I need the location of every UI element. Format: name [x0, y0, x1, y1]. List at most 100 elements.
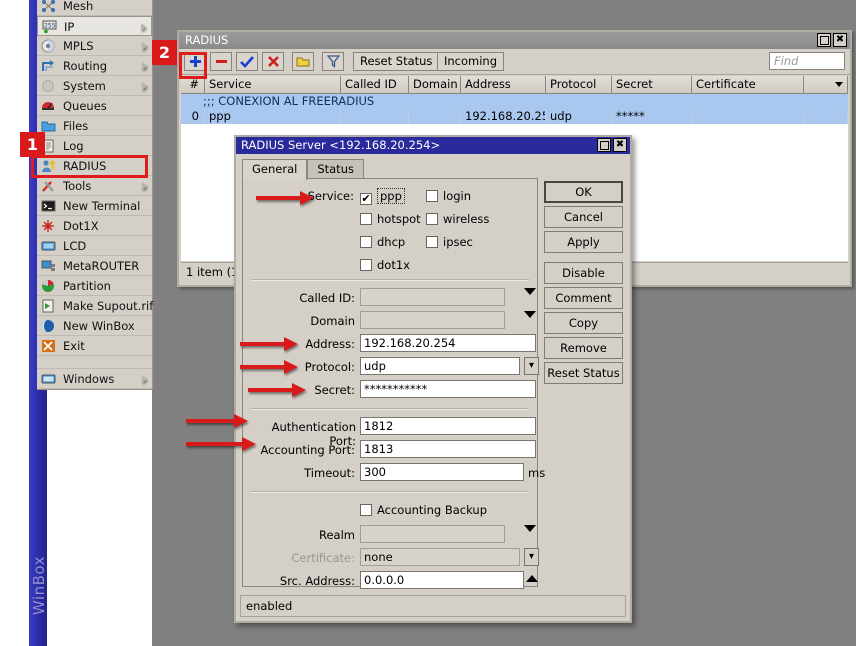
ok-button[interactable]: OK: [544, 181, 623, 203]
column-header-service[interactable]: Service: [205, 76, 341, 93]
domain-input[interactable]: [360, 311, 505, 329]
sidebar-menu: Mesh 255 IP MPLS Routing: [37, 0, 153, 390]
timeout-input[interactable]: 300: [360, 463, 524, 481]
find-input[interactable]: Find: [769, 52, 845, 70]
remove-button[interactable]: Remove: [544, 337, 623, 359]
cell-certificate: [692, 109, 804, 124]
sidebar-item-system[interactable]: System: [37, 76, 152, 96]
authentication-port-input[interactable]: 1812: [360, 417, 536, 435]
apply-button[interactable]: Apply: [544, 231, 623, 253]
sidebar-item-label: Files: [63, 119, 88, 133]
protocol-dropdown-button[interactable]: ▾: [524, 357, 539, 375]
sidebar-item-dot1x[interactable]: Dot1X: [37, 216, 152, 236]
sidebar-item-label: LCD: [63, 239, 86, 253]
sidebar-item-windows[interactable]: Windows: [37, 369, 152, 389]
sidebar-item-lcd[interactable]: LCD: [37, 236, 152, 256]
metarouter-icon: [41, 259, 56, 273]
radius-window-titlebar[interactable]: RADIUS ✖: [179, 32, 850, 49]
sidebar-item-mesh[interactable]: Mesh: [37, 0, 152, 16]
checkbox-hotspot[interactable]: hotspot: [360, 212, 421, 226]
timeout-unit-label: ms: [528, 466, 545, 480]
field-label: Certificate:: [243, 551, 355, 565]
terminal-icon: [41, 199, 56, 213]
comment-button[interactable]: Comment: [544, 287, 623, 309]
checkbox-ppp[interactable]: ✔ppp: [360, 189, 405, 205]
sidebar-item-make-supout[interactable]: Make Supout.rif: [37, 296, 152, 316]
disable-button[interactable]: [262, 52, 284, 71]
sidebar-item-new-terminal[interactable]: New Terminal: [37, 196, 152, 216]
checkbox-dhcp[interactable]: dhcp: [360, 235, 405, 249]
sidebar-item-mpls[interactable]: MPLS: [37, 36, 152, 56]
sidebar-item-log[interactable]: Log: [37, 136, 152, 156]
cell-address: 192.168.20.254: [461, 109, 546, 124]
secret-input[interactable]: ***********: [360, 380, 536, 398]
annotation-badge-2: 2: [152, 40, 177, 65]
accounting-port-input[interactable]: 1813: [360, 440, 536, 458]
reset-status-button[interactable]: Reset Status: [353, 52, 439, 71]
chevron-up-icon[interactable]: [526, 575, 538, 582]
column-menu-button[interactable]: [804, 76, 848, 93]
column-header-certificate[interactable]: Certificate: [692, 76, 804, 93]
remove-button[interactable]: [210, 52, 232, 71]
called-id-input[interactable]: [360, 288, 505, 306]
mesh-icon: [41, 0, 56, 13]
checkbox-login[interactable]: login: [426, 189, 471, 203]
filter-button[interactable]: [322, 52, 344, 71]
column-header-domain[interactable]: Domain: [409, 76, 461, 93]
sidebar-item-exit[interactable]: Exit: [37, 336, 152, 356]
close-icon[interactable]: ✖: [833, 33, 847, 47]
checkbox-box: [426, 190, 438, 202]
annotation-arrow-protocol: [240, 363, 298, 371]
sidebar-item-label: Routing: [63, 59, 107, 73]
comment-button[interactable]: [292, 52, 314, 71]
certificate-dropdown-button[interactable]: ▾: [524, 548, 539, 566]
table-row[interactable]: 0 ppp 192.168.20.254 udp *****: [181, 109, 848, 124]
column-header-protocol[interactable]: Protocol: [546, 76, 612, 93]
address-input[interactable]: 192.168.20.254: [360, 334, 536, 352]
certificate-input[interactable]: none: [360, 548, 520, 566]
sidebar-item-label: System: [63, 79, 106, 93]
dialog-titlebar[interactable]: RADIUS Server <192.168.20.254> ✖: [236, 137, 630, 154]
realm-input[interactable]: [360, 525, 505, 543]
sidebar-item-partition[interactable]: Partition: [37, 276, 152, 296]
radius-window-title: RADIUS: [185, 33, 228, 47]
sidebar-item-routing[interactable]: Routing: [37, 56, 152, 76]
field-accounting-port: Accounting Port: 1813: [243, 439, 537, 462]
reset-status-button[interactable]: Reset Status: [544, 362, 623, 384]
column-header-called-id[interactable]: Called ID: [341, 76, 409, 93]
maximize-icon[interactable]: [597, 138, 611, 152]
chevron-down-icon[interactable]: [524, 311, 536, 318]
checkbox-dot1x[interactable]: dot1x: [360, 258, 410, 272]
tab-general[interactable]: General: [242, 159, 307, 180]
checkbox-box: [360, 504, 372, 516]
sidebar-item-tools[interactable]: Tools: [37, 176, 152, 196]
sidebar-item-new-winbox[interactable]: New WinBox: [37, 316, 152, 336]
cell-spacer: [804, 109, 848, 124]
copy-button[interactable]: Copy: [544, 312, 623, 334]
sidebar-item-queues[interactable]: Queues: [37, 96, 152, 116]
sidebar-item-ip[interactable]: 255 IP: [37, 16, 152, 36]
checkbox-accounting-backup[interactable]: Accounting Backup: [360, 503, 487, 517]
chevron-right-icon: [142, 62, 147, 70]
checkbox-ipsec[interactable]: ipsec: [426, 235, 473, 249]
protocol-input[interactable]: udp: [360, 357, 520, 375]
column-header-address[interactable]: Address: [461, 76, 546, 93]
checkbox-wireless[interactable]: wireless: [426, 212, 489, 226]
dialog-title: RADIUS Server <192.168.20.254>: [241, 138, 440, 152]
cancel-button[interactable]: Cancel: [544, 206, 623, 228]
tab-status[interactable]: Status: [307, 159, 364, 178]
disable-button[interactable]: Disable: [544, 262, 623, 284]
close-icon[interactable]: ✖: [613, 138, 627, 152]
divider: [251, 408, 529, 410]
enable-button[interactable]: [236, 52, 258, 71]
table-comment-row[interactable]: ;;; CONEXION AL FREERADIUS: [181, 94, 848, 109]
src-address-input[interactable]: 0.0.0.0: [360, 571, 524, 589]
partition-icon: [41, 279, 56, 293]
incoming-button[interactable]: Incoming: [437, 52, 504, 71]
sidebar-item-files[interactable]: Files: [37, 116, 152, 136]
column-header-secret[interactable]: Secret: [612, 76, 692, 93]
maximize-icon[interactable]: [817, 33, 831, 47]
chevron-down-icon[interactable]: [524, 288, 536, 295]
chevron-down-icon[interactable]: [524, 525, 536, 532]
sidebar-item-metarouter[interactable]: MetaROUTER: [37, 256, 152, 276]
